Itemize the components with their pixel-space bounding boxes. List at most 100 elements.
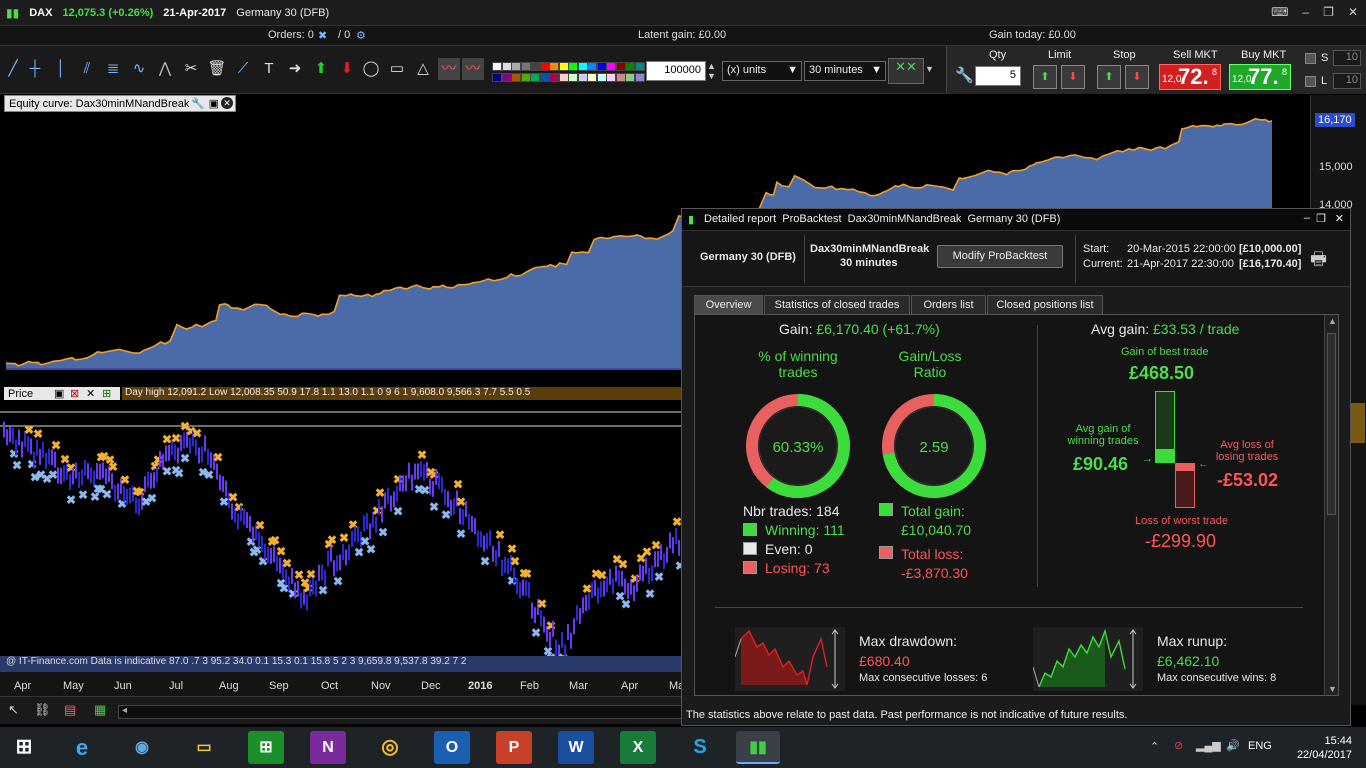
triangle-icon[interactable]: △ (412, 58, 434, 80)
color-swatch[interactable] (539, 73, 550, 82)
color-swatch[interactable] (501, 73, 512, 82)
scrollbar-thumb[interactable] (1327, 333, 1336, 515)
sell-market-button[interactable]: 12,0 72. 8 (1159, 64, 1221, 90)
color-swatch[interactable] (568, 62, 578, 71)
right-arrow-icon[interactable]: ➜ (284, 58, 306, 80)
powerpoint-icon[interactable]: P (496, 731, 532, 764)
color-swatch[interactable] (530, 73, 540, 82)
fibonacci-icon[interactable]: ≣ (102, 58, 124, 80)
quantity-spinner-icon[interactable]: ▲ ▼ (707, 61, 716, 81)
layout-icon[interactable]: ▤ (64, 702, 76, 718)
scroll-down-icon[interactable]: ▼ (1328, 684, 1337, 694)
l-input[interactable]: 10 (1333, 73, 1361, 89)
tools-icon[interactable]: ✂ (180, 58, 202, 80)
language-indicator[interactable]: ENG (1248, 740, 1272, 752)
color-swatch[interactable] (520, 73, 531, 82)
units-dropdown[interactable]: (x) units ▼ (722, 61, 802, 81)
restore-icon[interactable]: ❐ (1323, 5, 1334, 19)
color-swatch[interactable] (558, 62, 569, 71)
color-swatch[interactable] (587, 62, 597, 71)
file-explorer-icon[interactable]: ▭ (186, 731, 222, 764)
tab-statistics[interactable]: Statistics of closed trades (764, 295, 910, 315)
onenote-icon[interactable]: N (310, 731, 346, 764)
stop-buy-icon[interactable]: ⬆ (1097, 65, 1121, 89)
scroll-up-icon[interactable]: ▲ (1328, 316, 1337, 326)
close-icon[interactable]: ✕ (86, 387, 95, 400)
s-input[interactable]: 10 (1333, 50, 1361, 66)
prorealtime-icon[interactable]: ▮▮ (736, 731, 780, 764)
backtest-icon[interactable]: ✕✕ (888, 58, 924, 84)
maximize-icon[interactable]: ▣ (209, 97, 219, 110)
tab-overview[interactable]: Overview (694, 295, 763, 315)
ellipse-icon[interactable]: ◯ (360, 58, 382, 80)
s-checkbox[interactable] (1305, 53, 1316, 64)
color-swatch[interactable] (549, 62, 559, 71)
tray-arrow-icon[interactable]: ⌃ (1150, 740, 1159, 753)
color-swatch[interactable] (530, 62, 540, 71)
horizontal-scrollbar[interactable]: ◂ (118, 705, 682, 719)
close-icon[interactable]: ✕ (1348, 5, 1358, 19)
printer-icon[interactable]: 🖶 (1310, 247, 1327, 277)
keyboard-icon[interactable]: ⌨ (1271, 5, 1288, 19)
color-swatch[interactable] (558, 73, 569, 82)
delete-icon[interactable]: 🗑 (206, 58, 228, 80)
color-swatch[interactable] (634, 62, 645, 71)
restore-icon[interactable]: ❐ (1316, 212, 1326, 225)
color-swatch[interactable] (587, 73, 597, 82)
word-icon[interactable]: W (558, 731, 594, 764)
color-swatch[interactable] (615, 73, 626, 82)
color-swatch[interactable] (539, 62, 550, 71)
color-swatch[interactable] (492, 62, 502, 71)
color-swatch[interactable] (625, 62, 635, 71)
grid-icon[interactable]: ▦ (94, 702, 106, 718)
color-swatch[interactable] (501, 62, 512, 71)
color-swatch[interactable] (596, 73, 607, 82)
chrome-icon[interactable]: ◎ (372, 731, 408, 764)
outlook-icon[interactable]: O (434, 731, 470, 764)
power-icon[interactable]: ⊘ (1174, 739, 1183, 752)
color-swatch[interactable] (511, 73, 521, 82)
vertical-line-icon[interactable]: │ (50, 58, 72, 80)
color-swatch[interactable] (634, 73, 645, 82)
color-swatch[interactable] (577, 62, 588, 71)
system-clock[interactable]: 15:44 22/04/2017 (1297, 734, 1352, 762)
modify-probacktest-button[interactable]: Modify ProBacktest (937, 245, 1063, 268)
vertical-scrollbar[interactable]: ▲ ▼ (1324, 315, 1338, 695)
text-tool-icon[interactable]: T (258, 58, 280, 80)
color-swatch[interactable] (577, 73, 588, 82)
quantity-input[interactable]: 100000 (646, 61, 706, 81)
media-player-icon[interactable]: ◉ (124, 731, 160, 764)
indicator-blue-icon[interactable]: 〰 (462, 58, 484, 80)
channel-icon[interactable]: ⫽ (76, 58, 98, 80)
color-swatch[interactable] (625, 73, 635, 82)
indicator-red-icon[interactable]: 〰 (438, 58, 460, 80)
color-swatch[interactable] (615, 62, 626, 71)
cursor-icon[interactable]: ↖ (8, 702, 19, 718)
skype-icon[interactable]: S (682, 731, 718, 764)
buy-market-button[interactable]: 12,0 77. 8 (1229, 64, 1291, 90)
color-swatch[interactable] (568, 73, 578, 82)
color-swatch[interactable] (596, 62, 607, 71)
up-arrow-icon[interactable]: ⬆ (310, 58, 332, 80)
volume-icon[interactable]: 🔊 (1226, 739, 1240, 752)
arrow-tool-icon[interactable]: ⟋ (232, 58, 254, 80)
minimize-icon[interactable]: – (1302, 5, 1309, 19)
maximize-icon[interactable]: ▣ (54, 387, 64, 400)
stop-sell-icon[interactable]: ⬇ (1125, 65, 1149, 89)
windows-start-icon[interactable]: ⊞ (6, 731, 42, 764)
qty-input[interactable]: 5 (975, 66, 1021, 86)
limit-buy-icon[interactable]: ⬆ (1033, 65, 1057, 89)
expand-icon[interactable]: ⊞ (102, 387, 111, 400)
timeframe-dropdown[interactable]: 30 minutes ▼ (804, 61, 886, 81)
gear-icon[interactable]: ⚙ (356, 29, 366, 42)
color-swatch[interactable] (520, 62, 531, 71)
down-arrow-icon[interactable]: ⬇ (336, 58, 358, 80)
color-swatch[interactable] (492, 73, 502, 82)
wrench-icon[interactable]: 🔧 (191, 97, 205, 110)
color-swatch[interactable] (511, 62, 521, 71)
network-icon[interactable]: ▂▄▆ (1196, 739, 1221, 752)
tab-closed-positions[interactable]: Closed positions list (987, 295, 1103, 315)
remove-icon[interactable]: ⊠ (70, 387, 79, 400)
rectangle-icon[interactable]: ▭ (386, 58, 408, 80)
orders-settings-icon[interactable]: ✖ (318, 29, 327, 42)
